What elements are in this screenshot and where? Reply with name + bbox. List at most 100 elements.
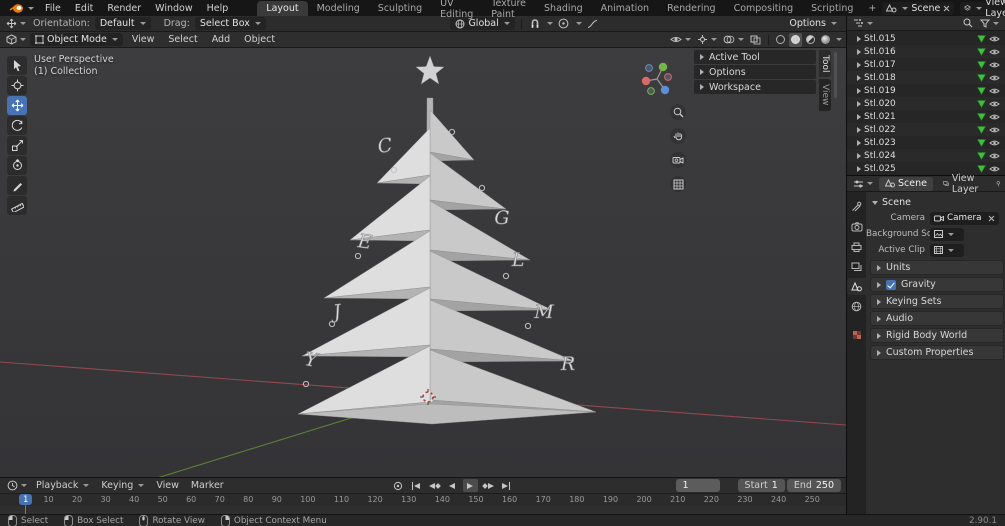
ornament-letter[interactable]: Y [303,348,322,373]
viewport-menu-item[interactable]: View [125,32,162,48]
expand-caret-icon[interactable] [857,126,861,133]
view-layer-selector[interactable]: View Layer [960,0,1005,19]
viewport-canvas[interactable]: C G E L J M Y R User Perspective (1) Col… [0,48,846,477]
workspace-tab[interactable]: Animation [592,1,658,16]
active-clip-field[interactable] [930,243,964,257]
gravity-panel-header[interactable]: Gravity [870,277,1004,292]
rotate-tool-button[interactable] [7,116,27,135]
menubar-item[interactable]: File [38,0,68,16]
tool-properties-tab[interactable] [847,198,866,215]
close-icon[interactable] [988,215,995,222]
ornament-letter[interactable]: J [328,300,344,324]
sidebar-tab[interactable]: View [819,79,831,111]
expand-caret-icon[interactable] [857,74,861,81]
menubar-item[interactable]: Render [100,0,148,16]
visibility-eye-icon[interactable] [989,152,1000,160]
workspace-tab[interactable]: Texture Paint [482,0,535,20]
view-layer-properties-tab[interactable] [847,258,866,275]
workspace-tab[interactable]: Modeling [308,1,369,16]
gravity-checkbox[interactable] [886,279,896,290]
previous-keyframe-button[interactable] [427,479,442,492]
show-gizmo-button[interactable] [695,33,719,47]
snap-options-chevron[interactable] [546,22,553,25]
workspace-tab[interactable]: Shading [535,1,592,16]
object-types-visibility-button[interactable] [668,33,693,47]
jump-to-end-button[interactable] [499,479,514,492]
output-properties-tab[interactable] [847,238,866,255]
blender-menu-button[interactable] [5,3,38,14]
visibility-eye-icon[interactable] [989,139,1000,147]
sidebar-panel-header[interactable]: Options [694,65,816,79]
ornament-letter[interactable]: L [510,249,525,272]
outliner-item[interactable]: Stl.017 [847,58,1005,71]
show-overlays-button[interactable] [721,33,746,47]
zoom-button[interactable] [670,104,686,120]
outliner-search-button[interactable] [961,16,975,30]
visibility-eye-icon[interactable] [989,48,1000,56]
sidebar-tab[interactable]: Tool [819,50,831,78]
viewport-menu-item[interactable]: Add [205,32,237,48]
outliner-item[interactable]: Stl.020 [847,97,1005,110]
visibility-eye-icon[interactable] [989,165,1000,173]
workspace-tab[interactable]: Scripting [802,1,862,16]
tab-scene[interactable]: Scene [879,176,933,191]
outliner-item[interactable]: Stl.019 [847,84,1005,97]
expand-caret-icon[interactable] [857,139,861,146]
shading-options-chevron[interactable] [836,38,842,41]
expand-caret-icon[interactable] [857,61,861,68]
play-reverse-button[interactable] [445,479,460,492]
ornament-letter[interactable]: R [560,353,576,376]
orientation-dropdown[interactable]: Default [94,17,151,30]
units-panel-header[interactable]: Units [870,260,1004,275]
outliner-item[interactable]: Stl.023 [847,136,1005,149]
visibility-eye-icon[interactable] [989,126,1000,134]
falloff-curve-button[interactable] [585,17,600,31]
visibility-eye-icon[interactable] [989,87,1000,95]
shading-rendered-button[interactable] [819,33,832,47]
scene-panel-header[interactable]: Scene [866,195,1005,210]
sidebar-scrollbar[interactable] [834,52,837,98]
expand-caret-icon[interactable] [857,113,861,120]
workspace-tab[interactable]: Rendering [658,1,725,16]
ornament-letter[interactable]: M [533,301,555,324]
viewport-menu-item[interactable]: Select [161,32,204,48]
snap-toggle-button[interactable] [528,17,542,31]
timeline-ruler[interactable]: 1102030405060708090100110120130140150160… [0,494,846,515]
ornament-letter[interactable]: E [355,230,373,254]
outliner-item[interactable]: Stl.015 [847,32,1005,45]
annotate-tool-button[interactable] [7,176,27,195]
view-menu[interactable]: View [151,480,184,491]
outliner-item[interactable]: Stl.018 [847,71,1005,84]
proportional-editing-button[interactable] [556,17,571,31]
expand-caret-icon[interactable] [857,48,861,55]
expand-caret-icon[interactable] [857,152,861,159]
visibility-eye-icon[interactable] [989,100,1000,108]
menubar-item[interactable]: Help [200,0,236,16]
visibility-eye-icon[interactable] [989,61,1000,69]
menubar-item[interactable]: Edit [68,0,100,16]
workspace-tab[interactable]: UV Editing [431,0,482,20]
sidebar-panel-header[interactable]: Active Tool [694,50,816,64]
ornament-letter[interactable]: G [494,207,510,230]
expand-caret-icon[interactable] [857,100,861,107]
toggle-xray-button[interactable] [748,33,763,47]
select-box-tool-button[interactable] [7,56,27,75]
render-properties-tab[interactable] [847,218,866,235]
background-scene-field[interactable] [930,227,964,241]
visibility-eye-icon[interactable] [989,35,1000,43]
scale-tool-button[interactable] [7,136,27,155]
outliner-item[interactable]: Stl.024 [847,149,1005,162]
toggle-orthographic-button[interactable] [670,176,686,192]
frame-end-field[interactable]: End 250 [786,479,842,492]
rigid-body-world-panel-header[interactable]: Rigid Body World [870,328,1004,343]
outliner-item[interactable]: Stl.021 [847,110,1005,123]
play-button[interactable] [462,479,478,492]
expand-caret-icon[interactable] [857,165,861,172]
pan-button[interactable] [670,128,686,144]
mode-dropdown[interactable]: Object Mode [30,33,123,46]
camera-view-button[interactable] [670,152,686,168]
active-tool-icon-button[interactable] [4,17,28,31]
shading-wireframe-button[interactable] [774,33,787,47]
next-keyframe-button[interactable] [481,479,496,492]
outliner-editor-type-button[interactable] [851,16,875,30]
